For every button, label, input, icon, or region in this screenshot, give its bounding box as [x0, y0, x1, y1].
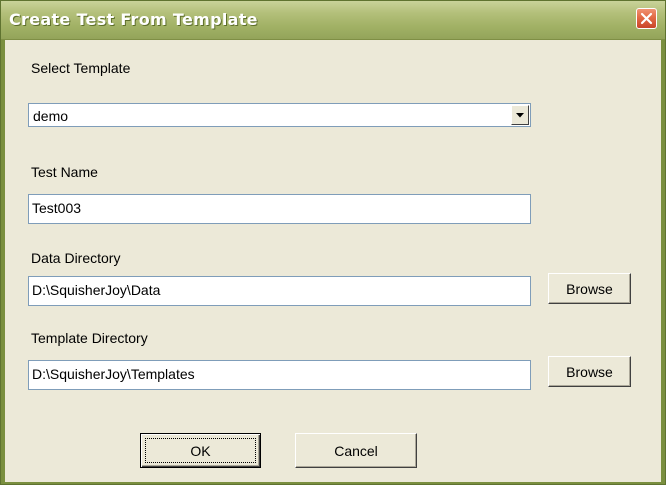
select-template-label: Select Template: [31, 60, 131, 76]
dialog-window: Create Test From Template Select Templat…: [0, 0, 666, 485]
data-directory-input[interactable]: D:\SquisherJoy\Data: [28, 276, 531, 306]
close-button[interactable]: [636, 8, 657, 29]
template-directory-browse-label: Browse: [566, 363, 613, 380]
cancel-button[interactable]: Cancel: [295, 433, 417, 468]
template-directory-input[interactable]: D:\SquisherJoy\Templates: [28, 360, 531, 390]
template-select[interactable]: demo: [28, 103, 531, 127]
chevron-down-icon: [516, 113, 524, 118]
test-name-input[interactable]: Test003: [28, 194, 531, 224]
template-select-value: demo: [33, 108, 69, 124]
data-directory-label: Data Directory: [31, 250, 121, 266]
data-directory-browse-label: Browse: [566, 280, 613, 297]
ok-button-label: OK: [190, 442, 211, 459]
template-dropdown-button[interactable]: [511, 105, 529, 125]
ok-button[interactable]: OK: [140, 433, 261, 468]
template-directory-browse-button[interactable]: Browse: [548, 356, 631, 387]
title-bar[interactable]: Create Test From Template: [1, 1, 665, 40]
window-title: Create Test From Template: [9, 10, 258, 29]
template-directory-label: Template Directory: [31, 330, 148, 346]
cancel-button-label: Cancel: [334, 442, 378, 459]
dialog-body: Select Template demo Test Name Test003 D…: [5, 40, 661, 482]
test-name-label: Test Name: [31, 164, 98, 180]
data-directory-browse-button[interactable]: Browse: [548, 273, 631, 304]
close-icon: [640, 12, 653, 25]
